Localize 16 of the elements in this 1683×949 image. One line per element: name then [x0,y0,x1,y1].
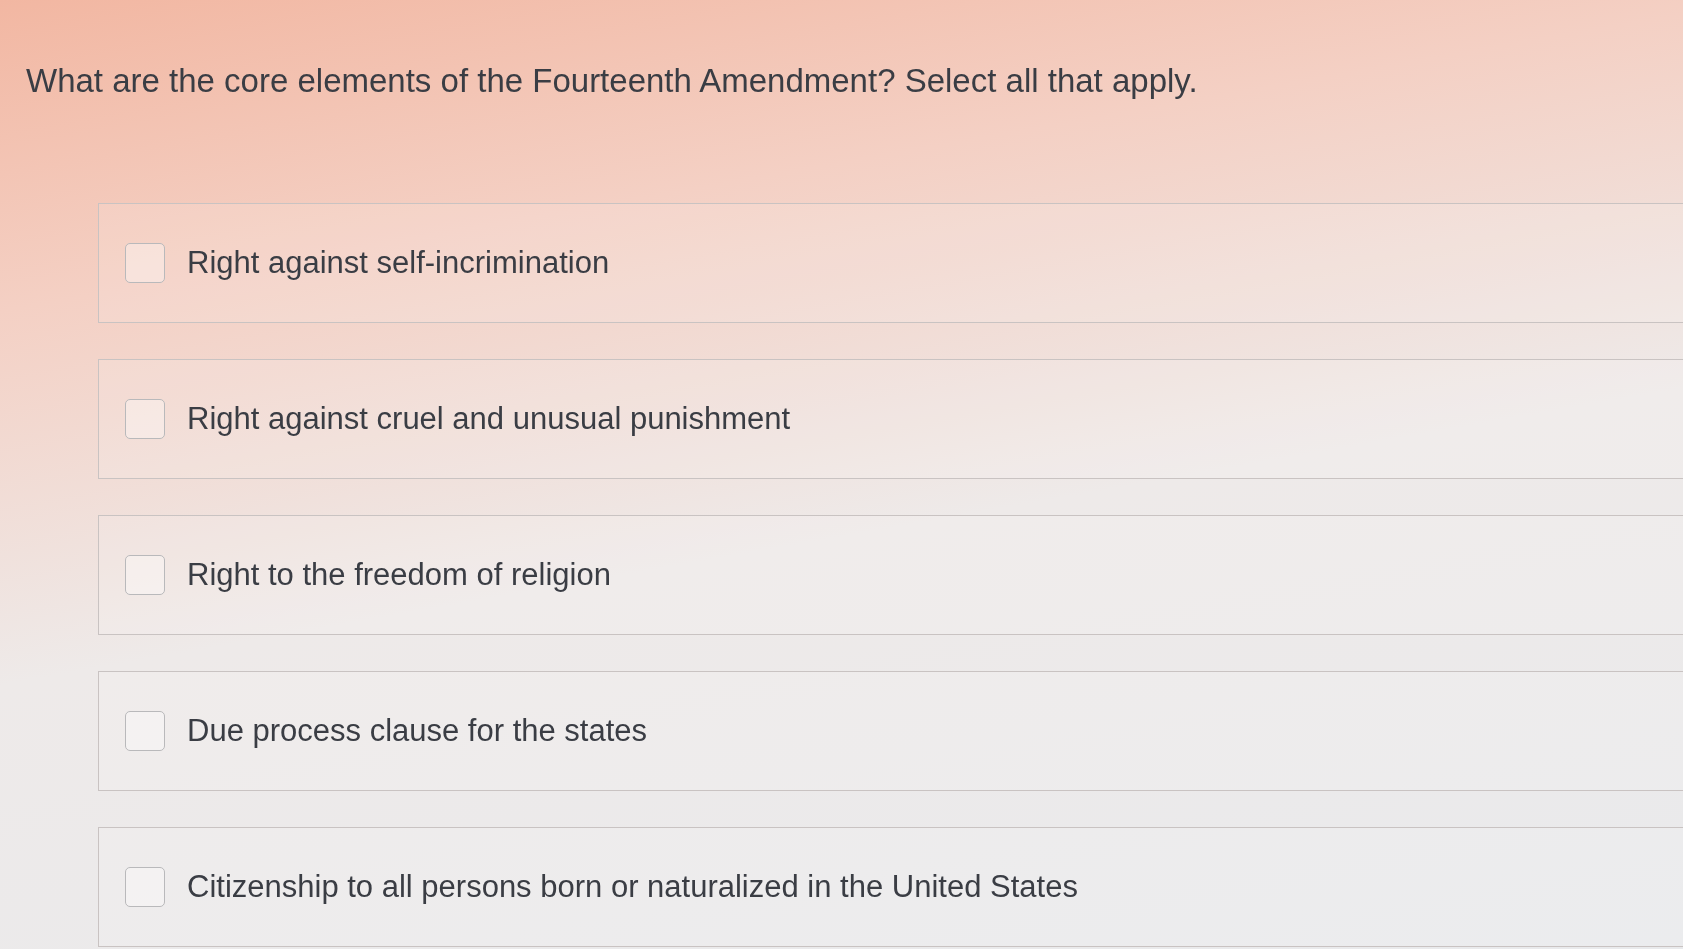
checkbox[interactable] [125,711,165,751]
option-label: Right against cruel and unusual punishment [187,401,791,437]
checkbox[interactable] [125,867,165,907]
option-label: Right to the freedom of religion [187,557,611,593]
answer-option[interactable]: Citizenship to all persons born or naturalized in the United States [98,827,1683,947]
answer-option[interactable]: Right against self-incrimination [98,203,1683,323]
answer-option[interactable]: Right to the freedom of religion [98,515,1683,635]
answer-option[interactable]: Right against cruel and unusual punishment [98,359,1683,479]
answer-option[interactable]: Due process clause for the states [98,671,1683,791]
option-label: Citizenship to all persons born or naturalized in the United States [187,869,1078,905]
checkbox[interactable] [125,399,165,439]
option-label: Due process clause for the states [187,713,648,749]
checkbox[interactable] [125,555,165,595]
checkbox[interactable] [125,243,165,283]
option-label: Right against self-incrimination [187,245,610,281]
question-text: What are the core elements of the Fourteenth Amendment? Select all that apply. [26,62,1199,100]
